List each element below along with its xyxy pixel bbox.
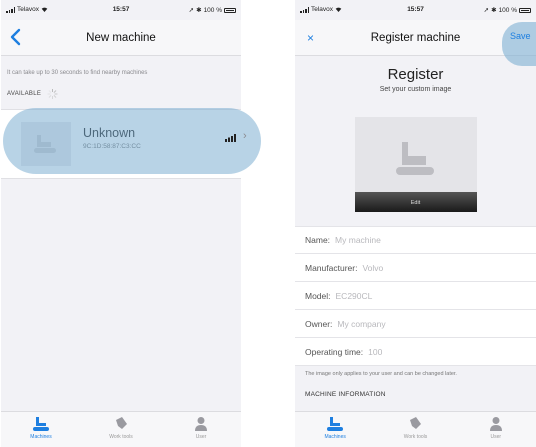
model-field[interactable]: Model: EC290CL — [295, 282, 536, 310]
tab-label: User — [195, 434, 207, 440]
tab-bar: Machines Work tools User — [1, 411, 241, 447]
machine-thumbnail — [21, 122, 71, 166]
manufacturer-field[interactable]: Manufacturer: Volvo — [295, 254, 536, 282]
custom-image-picker[interactable]: Edit — [354, 117, 477, 212]
tab-label: Machines — [30, 434, 52, 440]
battery-icon — [224, 7, 236, 13]
nav-bar: New machine — [1, 20, 241, 56]
tab-label: User — [490, 434, 502, 440]
field-placeholder: 100 — [368, 346, 383, 357]
user-icon — [195, 417, 207, 431]
new-machine-screen: Telavox 15:57 ➚ ✱ 100 % New machine It c… — [1, 0, 241, 447]
tab-work-tools[interactable]: Work tools — [375, 412, 455, 447]
tab-machines[interactable]: Machines — [295, 412, 375, 447]
tab-label: Work tools — [403, 434, 428, 440]
operating-time-field[interactable]: Operating time: 100 — [295, 338, 536, 366]
register-heading: Register — [387, 66, 444, 83]
battery-label: 100 % — [498, 6, 517, 14]
nav-bar: × Register machine — [295, 20, 536, 56]
name-field[interactable]: Name: My machine — [295, 226, 536, 254]
save-highlight — [502, 22, 536, 66]
battery-label: 100 % — [203, 6, 222, 14]
machine-information-header: MACHINE INFORMATION — [305, 391, 386, 398]
field-label: Model: — [305, 290, 331, 301]
field-label: Owner: — [305, 318, 333, 329]
bucket-icon — [116, 417, 127, 429]
field-placeholder: My machine — [335, 235, 381, 245]
loading-spinner-icon — [47, 89, 58, 99]
field-placeholder: EC290CL — [335, 290, 373, 301]
excavator-icon — [33, 417, 49, 431]
field-label: Operating time: — [305, 346, 364, 357]
field-label: Manufacturer: — [305, 262, 358, 273]
save-button[interactable]: Save — [510, 31, 531, 41]
register-subheading: Set your custom image — [379, 86, 452, 93]
bluetooth-icon: ✱ — [196, 7, 202, 14]
machine-name: Unknown — [83, 126, 136, 140]
tab-bar: Machines Work tools User — [295, 411, 536, 447]
field-placeholder: Volvo — [362, 262, 384, 273]
tab-work-tools[interactable]: Work tools — [81, 412, 161, 447]
available-label: AVAILABLE — [7, 91, 42, 97]
bucket-icon — [410, 417, 422, 429]
tab-label: Work tools — [109, 434, 133, 440]
status-bar: Telavox 15:57 ➚ ✱ 100 % — [295, 0, 536, 20]
bluetooth-icon: ✱ — [491, 7, 497, 14]
available-header: AVAILABLE — [1, 76, 241, 99]
chevron-right-icon: › — [243, 130, 247, 142]
status-bar: Telavox 15:57 ➚ ✱ 100 % — [1, 0, 241, 20]
excavator-icon — [327, 417, 344, 431]
tab-label: Machines — [324, 434, 346, 440]
signal-strength-icon — [225, 134, 236, 142]
field-label: Name: — [305, 235, 331, 245]
user-icon — [489, 417, 502, 431]
excavator-placeholder-icon — [395, 142, 434, 175]
image-note: The image only applies to your user and … — [305, 371, 457, 377]
machine-mac-address: 9C:1D:58:87:C3:CC — [83, 143, 141, 150]
page-title: Register machine — [370, 32, 461, 44]
tab-user[interactable]: User — [161, 412, 241, 447]
battery-icon — [519, 7, 531, 13]
register-form: Name: My machine Manufacturer: Volvo Mod… — [295, 226, 536, 366]
tab-user[interactable]: User — [456, 412, 536, 447]
excavator-placeholder-icon — [34, 135, 56, 153]
page-title: New machine — [86, 32, 156, 44]
edit-image-button[interactable]: Edit — [354, 192, 477, 212]
machine-list-item[interactable]: Unknown 9C:1D:58:87:C3:CC — [1, 109, 241, 179]
field-placeholder: My company — [337, 318, 386, 329]
location-icon: ➚ — [188, 7, 195, 14]
tab-machines[interactable]: Machines — [1, 412, 81, 447]
location-icon: ➚ — [483, 7, 490, 14]
register-machine-screen: Telavox 15:57 ➚ ✱ 100 % × Register machi… — [295, 0, 536, 447]
scan-hint: It can take up to 30 seconds to find nea… — [7, 70, 148, 76]
owner-field[interactable]: Owner: My company — [295, 310, 536, 338]
